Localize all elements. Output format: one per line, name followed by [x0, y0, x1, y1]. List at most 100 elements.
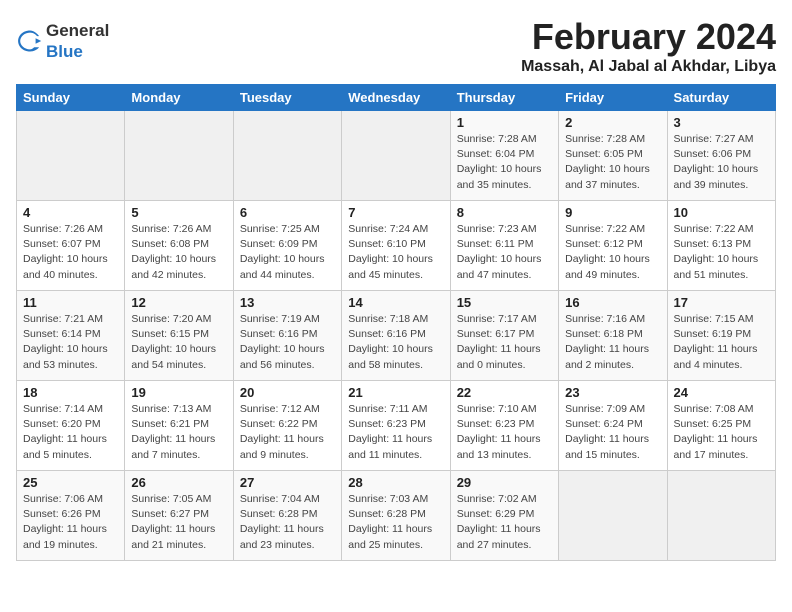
logo-blue-text: Blue	[46, 42, 83, 61]
day-info: Sunrise: 7:16 AM Sunset: 6:18 PM Dayligh…	[565, 312, 660, 373]
calendar-cell: 11 Sunrise: 7:21 AM Sunset: 6:14 PM Dayli…	[17, 291, 125, 381]
title-area: February 2024 Massah, Al Jabal al Akhdar…	[521, 16, 776, 76]
weekday-header-cell: Wednesday	[342, 85, 450, 111]
logo: General Blue	[16, 20, 109, 62]
day-info: Sunrise: 7:26 AM Sunset: 6:08 PM Dayligh…	[131, 222, 226, 283]
day-info: Sunrise: 7:04 AM Sunset: 6:28 PM Dayligh…	[240, 492, 335, 553]
day-info: Sunrise: 7:19 AM Sunset: 6:16 PM Dayligh…	[240, 312, 335, 373]
day-info: Sunrise: 7:10 AM Sunset: 6:23 PM Dayligh…	[457, 402, 552, 463]
day-number: 11	[23, 295, 118, 310]
day-number: 6	[240, 205, 335, 220]
day-number: 10	[674, 205, 769, 220]
weekday-header-cell: Tuesday	[233, 85, 341, 111]
day-number: 26	[131, 475, 226, 490]
day-info: Sunrise: 7:27 AM Sunset: 6:06 PM Dayligh…	[674, 132, 769, 193]
day-info: Sunrise: 7:22 AM Sunset: 6:12 PM Dayligh…	[565, 222, 660, 283]
location-title: Massah, Al Jabal al Akhdar, Libya	[521, 58, 776, 76]
calendar-cell: 6 Sunrise: 7:25 AM Sunset: 6:09 PM Daylig…	[233, 201, 341, 291]
calendar-cell: 26 Sunrise: 7:05 AM Sunset: 6:27 PM Dayli…	[125, 471, 233, 561]
weekday-header-cell: Saturday	[667, 85, 775, 111]
calendar-body: 1Sunrise: 7:28 AM Sunset: 6:04 PM Daylig…	[17, 111, 776, 561]
weekday-header-cell: Thursday	[450, 85, 558, 111]
day-number: 13	[240, 295, 335, 310]
day-info: Sunrise: 7:17 AM Sunset: 6:17 PM Dayligh…	[457, 312, 552, 373]
calendar-cell	[17, 111, 125, 201]
day-info: Sunrise: 7:23 AM Sunset: 6:11 PM Dayligh…	[457, 222, 552, 283]
calendar-cell: 10Sunrise: 7:22 AM Sunset: 6:13 PM Dayli…	[667, 201, 775, 291]
calendar-cell	[342, 111, 450, 201]
day-info: Sunrise: 7:20 AM Sunset: 6:15 PM Dayligh…	[131, 312, 226, 373]
calendar-cell: 3 Sunrise: 7:27 AM Sunset: 6:06 PM Daylig…	[667, 111, 775, 201]
calendar-week-row: 11 Sunrise: 7:21 AM Sunset: 6:14 PM Dayli…	[17, 291, 776, 381]
calendar-week-row: 18Sunrise: 7:14 AM Sunset: 6:20 PM Dayli…	[17, 381, 776, 471]
calendar-cell: 9Sunrise: 7:22 AM Sunset: 6:12 PM Daylig…	[559, 201, 667, 291]
day-info: Sunrise: 7:21 AM Sunset: 6:14 PM Dayligh…	[23, 312, 118, 373]
day-number: 14	[348, 295, 443, 310]
day-info: Sunrise: 7:14 AM Sunset: 6:20 PM Dayligh…	[23, 402, 118, 463]
calendar-cell: 1Sunrise: 7:28 AM Sunset: 6:04 PM Daylig…	[450, 111, 558, 201]
day-info: Sunrise: 7:05 AM Sunset: 6:27 PM Dayligh…	[131, 492, 226, 553]
day-info: Sunrise: 7:15 AM Sunset: 6:19 PM Dayligh…	[674, 312, 769, 373]
calendar-cell: 25 Sunrise: 7:06 AM Sunset: 6:26 PM Dayli…	[17, 471, 125, 561]
day-number: 21	[348, 385, 443, 400]
day-info: Sunrise: 7:08 AM Sunset: 6:25 PM Dayligh…	[674, 402, 769, 463]
calendar-cell: 8 Sunrise: 7:23 AM Sunset: 6:11 PM Daylig…	[450, 201, 558, 291]
weekday-header-cell: Monday	[125, 85, 233, 111]
day-info: Sunrise: 7:13 AM Sunset: 6:21 PM Dayligh…	[131, 402, 226, 463]
calendar-cell: 23Sunrise: 7:09 AM Sunset: 6:24 PM Dayli…	[559, 381, 667, 471]
day-info: Sunrise: 7:28 AM Sunset: 6:05 PM Dayligh…	[565, 132, 660, 193]
calendar-cell: 13 Sunrise: 7:19 AM Sunset: 6:16 PM Dayli…	[233, 291, 341, 381]
day-info: Sunrise: 7:03 AM Sunset: 6:28 PM Dayligh…	[348, 492, 443, 553]
calendar-cell: 24 Sunrise: 7:08 AM Sunset: 6:25 PM Dayli…	[667, 381, 775, 471]
day-number: 22	[457, 385, 552, 400]
calendar-cell: 4 Sunrise: 7:26 AM Sunset: 6:07 PM Daylig…	[17, 201, 125, 291]
day-number: 2	[565, 115, 660, 130]
day-info: Sunrise: 7:06 AM Sunset: 6:26 PM Dayligh…	[23, 492, 118, 553]
calendar-cell: 5 Sunrise: 7:26 AM Sunset: 6:08 PM Daylig…	[125, 201, 233, 291]
weekday-header-cell: Sunday	[17, 85, 125, 111]
calendar-cell: 20 Sunrise: 7:12 AM Sunset: 6:22 PM Dayli…	[233, 381, 341, 471]
calendar-week-row: 25 Sunrise: 7:06 AM Sunset: 6:26 PM Dayli…	[17, 471, 776, 561]
day-number: 28	[348, 475, 443, 490]
weekday-header-cell: Friday	[559, 85, 667, 111]
day-number: 7	[348, 205, 443, 220]
day-info: Sunrise: 7:24 AM Sunset: 6:10 PM Dayligh…	[348, 222, 443, 283]
day-number: 23	[565, 385, 660, 400]
calendar-cell: 7 Sunrise: 7:24 AM Sunset: 6:10 PM Daylig…	[342, 201, 450, 291]
day-number: 25	[23, 475, 118, 490]
day-number: 17	[674, 295, 769, 310]
calendar-cell: 15 Sunrise: 7:17 AM Sunset: 6:17 PM Dayli…	[450, 291, 558, 381]
day-number: 29	[457, 475, 552, 490]
month-title: February 2024	[521, 16, 776, 58]
day-info: Sunrise: 7:11 AM Sunset: 6:23 PM Dayligh…	[348, 402, 443, 463]
day-number: 19	[131, 385, 226, 400]
calendar-cell	[667, 471, 775, 561]
day-info: Sunrise: 7:02 AM Sunset: 6:29 PM Dayligh…	[457, 492, 552, 553]
day-number: 5	[131, 205, 226, 220]
calendar-cell: 12 Sunrise: 7:20 AM Sunset: 6:15 PM Dayli…	[125, 291, 233, 381]
day-info: Sunrise: 7:18 AM Sunset: 6:16 PM Dayligh…	[348, 312, 443, 373]
day-number: 3	[674, 115, 769, 130]
calendar-cell: 2 Sunrise: 7:28 AM Sunset: 6:05 PM Daylig…	[559, 111, 667, 201]
day-number: 12	[131, 295, 226, 310]
calendar-cell: 22 Sunrise: 7:10 AM Sunset: 6:23 PM Dayli…	[450, 381, 558, 471]
logo-general-text: General	[46, 21, 109, 40]
day-number: 15	[457, 295, 552, 310]
day-number: 24	[674, 385, 769, 400]
calendar-cell: 17 Sunrise: 7:15 AM Sunset: 6:19 PM Dayli…	[667, 291, 775, 381]
day-number: 4	[23, 205, 118, 220]
day-number: 8	[457, 205, 552, 220]
calendar-week-row: 1Sunrise: 7:28 AM Sunset: 6:04 PM Daylig…	[17, 111, 776, 201]
header: General Blue February 2024 Massah, Al Ja…	[16, 16, 776, 76]
calendar-cell	[559, 471, 667, 561]
calendar-cell: 29 Sunrise: 7:02 AM Sunset: 6:29 PM Dayli…	[450, 471, 558, 561]
calendar-cell: 28 Sunrise: 7:03 AM Sunset: 6:28 PM Dayli…	[342, 471, 450, 561]
day-info: Sunrise: 7:26 AM Sunset: 6:07 PM Dayligh…	[23, 222, 118, 283]
calendar-cell: 27 Sunrise: 7:04 AM Sunset: 6:28 PM Dayli…	[233, 471, 341, 561]
day-info: Sunrise: 7:12 AM Sunset: 6:22 PM Dayligh…	[240, 402, 335, 463]
day-number: 20	[240, 385, 335, 400]
calendar-table: SundayMondayTuesdayWednesdayThursdayFrid…	[16, 84, 776, 561]
day-info: Sunrise: 7:25 AM Sunset: 6:09 PM Dayligh…	[240, 222, 335, 283]
day-number: 27	[240, 475, 335, 490]
calendar-week-row: 4 Sunrise: 7:26 AM Sunset: 6:07 PM Daylig…	[17, 201, 776, 291]
